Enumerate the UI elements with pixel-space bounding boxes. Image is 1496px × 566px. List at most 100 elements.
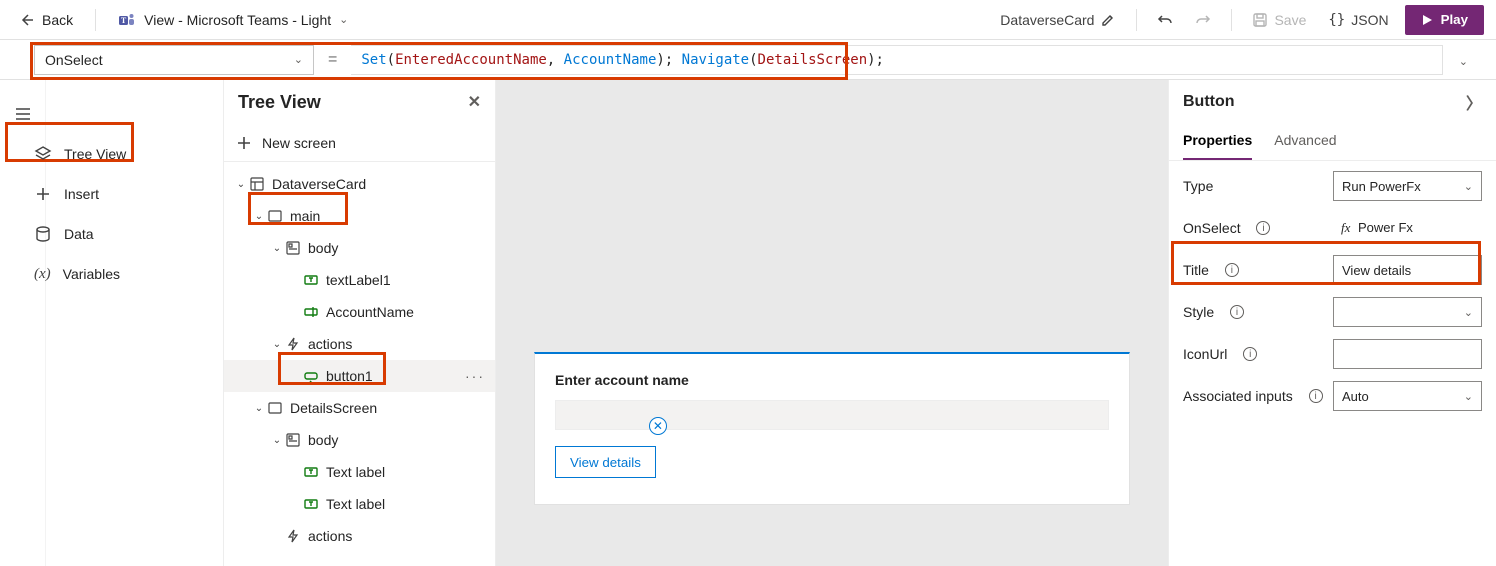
save-button[interactable]: Save [1246,8,1312,32]
svg-text:T: T [121,16,127,25]
tree-view-title: Tree View [238,92,321,113]
chevron-down-icon: ⌄ [294,53,303,66]
nav-tree-view-label: Tree View [64,146,126,162]
info-icon[interactable]: i [1243,347,1257,361]
prop-assoc-label: Associated inputs [1183,388,1293,404]
left-nav-panel: Tree View Insert Data (x) Variables [46,80,224,566]
edit-pencil-icon [1100,12,1116,28]
account-name-input[interactable] [555,400,1109,430]
formula-input[interactable]: Set(EnteredAccountName, AccountName); Na… [351,45,1442,75]
design-canvas[interactable]: Enter account name View details ✕ [496,80,1168,566]
chevron-right-icon[interactable]: 〉 [1466,90,1482,114]
json-label: JSON [1351,12,1388,28]
tree-item-actions-2[interactable]: actions [224,520,495,552]
prop-iconurl-input[interactable] [1333,339,1482,369]
info-icon[interactable]: i [1309,389,1323,403]
chevron-down-icon: ⌄ [1464,390,1473,403]
more-icon[interactable]: ··· [465,368,485,384]
chevron-down-icon: ⌄ [252,403,266,414]
nav-insert[interactable]: Insert [46,174,223,214]
property-dropdown[interactable]: OnSelect ⌄ [34,45,314,75]
text-icon [302,273,320,287]
info-icon[interactable]: i [1225,263,1239,277]
tree-item-textlabel-a[interactable]: Text label [224,456,495,488]
tree-item-body[interactable]: ⌄ body [224,232,495,264]
view-theme-dropdown[interactable]: T View - Microsoft Teams - Light ⌄ [112,7,354,33]
variables-icon: (x) [34,266,51,283]
prop-assoc-dropdown[interactable]: Auto⌄ [1333,381,1482,411]
formula-arg: AccountName [564,52,657,68]
lightning-icon [284,337,302,351]
chevron-down-icon: ⌄ [1459,56,1468,68]
info-icon[interactable]: i [1256,221,1270,235]
prop-title-label: Title [1183,262,1209,278]
info-icon[interactable]: i [1230,305,1244,319]
chevron-down-icon: ⌄ [234,179,248,190]
divider [95,9,96,31]
app-name-button[interactable]: DataverseCard [994,8,1122,32]
tab-advanced[interactable]: Advanced [1274,124,1336,160]
prop-type-dropdown[interactable]: Run PowerFx⌄ [1333,171,1482,201]
text-icon [302,497,320,511]
chevron-down-icon: ⌄ [1464,180,1473,193]
tree-item-dataversecard[interactable]: ⌄ DataverseCard [224,168,495,200]
lightning-icon [284,529,302,543]
nav-insert-label: Insert [64,186,99,202]
json-button[interactable]: {} JSON [1322,8,1394,32]
layers-icon [34,145,52,163]
prop-onselect-label: OnSelect [1183,220,1241,236]
prop-onselect-value: fx Power Fx [1333,213,1482,243]
tree-item-main[interactable]: ⌄ main [224,200,495,232]
close-icon[interactable]: ✕ [468,92,481,112]
chevron-down-icon: ⌄ [270,243,284,254]
back-button[interactable]: Back [12,8,79,32]
prop-style-dropdown[interactable]: ⌄ [1333,297,1482,327]
redo-button[interactable] [1189,8,1217,32]
screen-icon [266,209,284,223]
nav-variables[interactable]: (x) Variables [46,254,223,294]
undo-button[interactable] [1151,8,1179,32]
tree-item-detailsscreen[interactable]: ⌄ DetailsScreen [224,392,495,424]
chevron-down-icon: ⌄ [252,211,266,222]
tree-item-body-2[interactable]: ⌄ body [224,424,495,456]
tree-item-button1[interactable]: button1 ··· [224,360,495,392]
nav-variables-label: Variables [63,266,120,282]
play-icon [1421,14,1433,26]
view-details-button[interactable]: View details ✕ [555,446,656,478]
plus-icon [236,135,252,151]
formula-arg: EnteredAccountName [395,52,547,68]
tree-item-textlabel-b[interactable]: Text label [224,488,495,520]
textinput-icon [302,305,320,319]
tree-view-panel: Tree View ✕ New screen ⌄ DataverseCard ⌄… [224,80,496,566]
nav-tree-view[interactable]: Tree View [46,134,223,174]
chevron-down-icon: ⌄ [339,13,348,26]
chevron-down-icon: ⌄ [270,339,284,350]
chevron-down-icon: ⌄ [270,435,284,446]
formula-fn: Navigate [682,52,749,68]
screen-icon [266,401,284,415]
new-screen-button[interactable]: New screen [224,124,495,162]
teams-icon: T [118,11,136,29]
app-name-label: DataverseCard [1000,12,1094,28]
prop-style-label: Style [1183,304,1214,320]
divider [1136,9,1137,31]
hamburger-button[interactable] [0,94,46,134]
view-details-label: View details [570,455,641,470]
delete-badge-icon[interactable]: ✕ [649,417,667,435]
play-button[interactable]: Play [1405,5,1484,35]
new-screen-label: New screen [262,135,336,151]
nav-data-label: Data [64,226,94,242]
tree-item-textlabel1[interactable]: textLabel1 [224,264,495,296]
tree-item-accountname[interactable]: AccountName [224,296,495,328]
formula-fn: Set [361,52,386,68]
formula-arg: DetailsScreen [758,52,868,68]
prop-title-input[interactable]: View details [1333,255,1482,285]
nav-data[interactable]: Data [46,214,223,254]
tab-properties[interactable]: Properties [1183,124,1252,160]
expand-formula-button[interactable]: ⌄ [1459,52,1468,68]
card-preview: Enter account name View details ✕ [534,352,1130,505]
container-icon [284,433,302,447]
tree-item-actions[interactable]: ⌄ actions [224,328,495,360]
app-icon [248,177,266,191]
data-icon [34,225,52,243]
